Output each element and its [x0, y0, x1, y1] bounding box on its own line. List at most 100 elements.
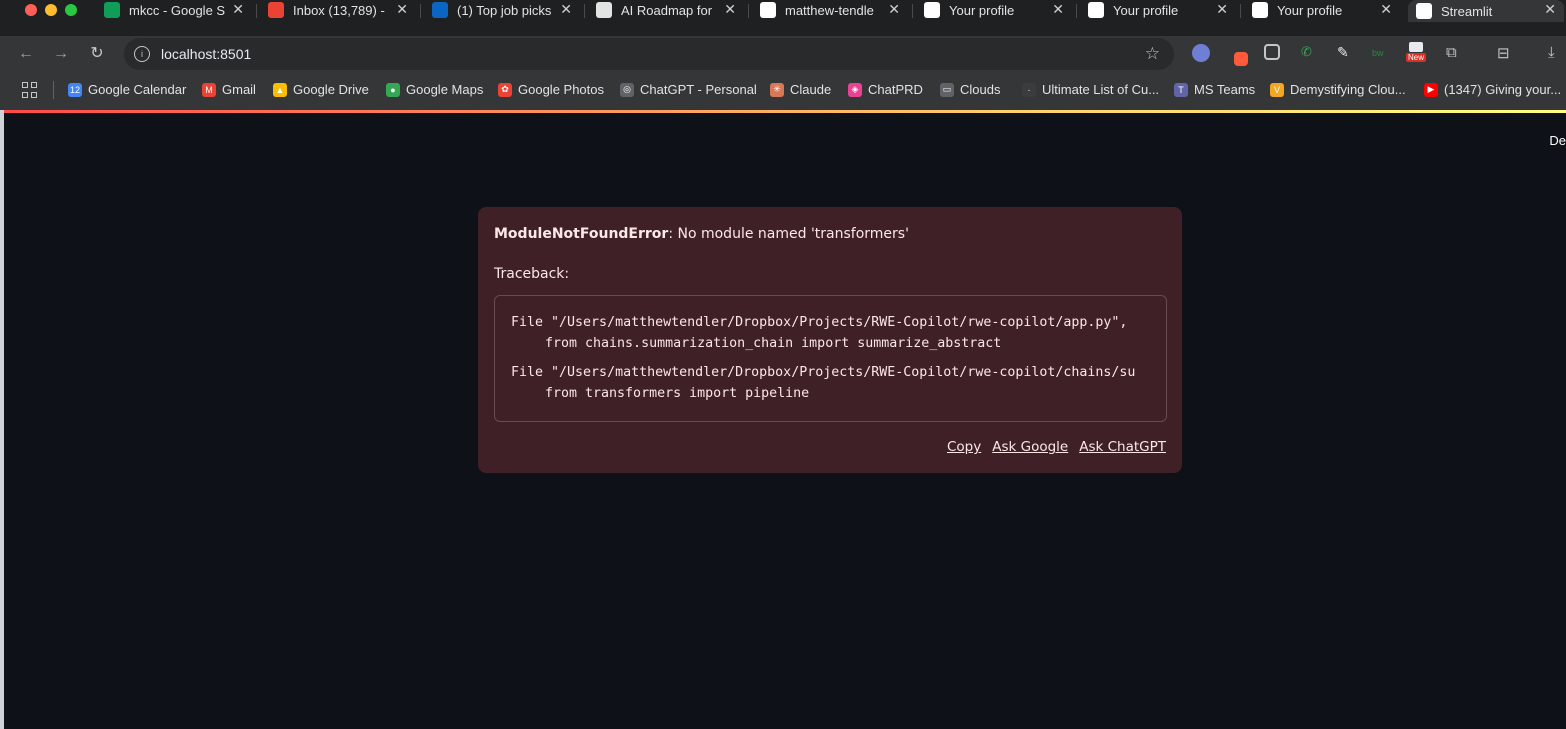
folder-icon: ▭	[940, 82, 954, 97]
extension-globe-icon[interactable]	[1192, 44, 1210, 62]
apps-grid-icon[interactable]	[22, 82, 38, 98]
close-tab-icon[interactable]: ✕	[1380, 1, 1392, 18]
extension-edit-icon[interactable]: ✎	[1337, 44, 1355, 62]
tab-0[interactable]: mkcc - Google S ✕	[96, 0, 252, 20]
tab-title: mkcc - Google S	[129, 2, 226, 18]
bookmark-label: Claude	[790, 82, 832, 97]
close-tab-icon[interactable]: ✕	[888, 1, 900, 18]
error-message: : No module named 'transformers'	[668, 226, 909, 242]
url-text[interactable]: localhost:8501	[161, 46, 251, 62]
tab-3[interactable]: AI Roadmap for ✕	[588, 0, 744, 20]
bookmark-item[interactable]: V Demystifying Clou...	[1270, 82, 1406, 97]
bookmark-item[interactable]: 12 Google Calendar	[68, 82, 186, 97]
tab-separator	[748, 4, 749, 18]
tab-separator	[1076, 4, 1077, 18]
back-icon[interactable]: ←	[15, 43, 37, 65]
bookmark-label: Demystifying Clou...	[1290, 82, 1406, 97]
site-info-icon[interactable]: i	[134, 46, 150, 62]
tab-title: (1) Top job picks	[457, 2, 552, 18]
tab-7[interactable]: Your profile ✕	[1244, 0, 1400, 20]
github-icon	[924, 2, 940, 18]
google-calendar-icon: 12	[68, 82, 82, 97]
error-actions: Copy Ask Google Ask ChatGPT	[947, 439, 1166, 455]
close-tab-icon[interactable]: ✕	[1216, 1, 1228, 18]
tab-8[interactable]: Streamlit ✕	[1408, 0, 1564, 22]
bookmark-item[interactable]: ▭ Clouds	[940, 82, 1000, 97]
bookmark-label: Google Calendar	[88, 82, 187, 97]
gmail-icon: M	[202, 82, 216, 97]
bookmarks-divider	[53, 81, 54, 99]
github-icon	[1088, 2, 1104, 18]
github-icon	[760, 2, 776, 18]
tab-title: matthew-tendle	[785, 2, 874, 18]
traceback-label: Traceback:	[494, 266, 570, 282]
bookmark-item[interactable]: M Gmail	[202, 82, 256, 97]
side-panel-icon[interactable]: ⊟	[1497, 44, 1515, 62]
extension-bw-icon[interactable]: bw	[1372, 44, 1390, 62]
extension-phone-icon[interactable]: ✆	[1301, 44, 1319, 62]
tab-strip: mkcc - Google S ✕ Inbox (13,789) - ✕ (1) Top…	[0, 0, 1566, 36]
bookmark-item[interactable]: ▲ Google Drive	[273, 82, 369, 97]
tab-separator	[256, 4, 257, 18]
tab-title: Streamlit	[1441, 3, 1493, 19]
bookmark-item[interactable]: ✿ Google Photos	[498, 82, 604, 97]
bookmark-item[interactable]: ● Google Maps	[386, 82, 483, 97]
maximize-window-button[interactable]	[65, 4, 77, 16]
bookmark-item[interactable]: ◈ ChatPRD	[848, 82, 923, 97]
tab-4[interactable]: matthew-tendle ✕	[752, 0, 908, 20]
google-sheets-icon	[104, 2, 120, 18]
tab-2[interactable]: (1) Top job picks ✕	[424, 0, 580, 20]
tab-separator	[584, 4, 585, 18]
close-tab-icon[interactable]: ✕	[1052, 1, 1064, 18]
bookmark-label: Google Photos	[518, 82, 605, 97]
new-badge: New	[1406, 53, 1427, 62]
tab-1[interactable]: Inbox (13,789) - ✕	[260, 0, 416, 20]
download-icon[interactable]: ⤓	[1548, 44, 1566, 62]
bookmark-item[interactable]: ✳ Claude	[770, 82, 831, 97]
minimize-window-button[interactable]	[45, 4, 57, 16]
close-tab-icon[interactable]: ✕	[232, 1, 244, 18]
chatgpt-icon	[596, 2, 612, 18]
forward-icon[interactable]: →	[50, 43, 72, 65]
tab-separator	[420, 4, 421, 18]
extension-new-icon[interactable]: New	[1406, 42, 1428, 62]
close-tab-icon[interactable]: ✕	[724, 1, 736, 18]
medium-icon: V	[1270, 82, 1284, 97]
close-tab-icon[interactable]: ✕	[1544, 1, 1556, 18]
bookmark-label: Gmail	[222, 82, 256, 97]
tab-5[interactable]: Your profile ✕	[916, 0, 1072, 20]
close-window-button[interactable]	[25, 4, 37, 16]
ask-google-link[interactable]: Ask Google	[992, 439, 1068, 455]
tab-title: Your profile	[949, 2, 1015, 18]
bookmark-label: Google Drive	[293, 82, 369, 97]
tab-separator	[1240, 4, 1241, 18]
bookmark-item[interactable]: · Ultimate List of Cu...	[1022, 82, 1159, 97]
bookmark-item[interactable]: ◎ ChatGPT - Personal	[620, 82, 757, 97]
gmail-icon	[268, 2, 284, 18]
traceback-line: from chains.summarization_chain import s…	[545, 336, 1002, 351]
bookmark-label: Clouds	[960, 82, 1001, 97]
extension-pen-icon[interactable]	[1234, 52, 1248, 66]
tab-6[interactable]: Your profile ✕	[1080, 0, 1236, 20]
bookmark-star-icon[interactable]: ☆	[1145, 44, 1160, 64]
bookmark-item[interactable]: ▶ (1347) Giving your...	[1424, 82, 1561, 97]
traceback-line: from transformers import pipeline	[545, 386, 810, 401]
error-type: ModuleNotFoundError	[494, 226, 669, 242]
error-title: ModuleNotFoundError: No module named 'tr…	[494, 226, 909, 242]
claude-icon: ✳	[770, 82, 784, 97]
deploy-button[interactable]: De	[1549, 133, 1566, 148]
close-tab-icon[interactable]: ✕	[396, 1, 408, 18]
address-bar[interactable]: i localhost:8501 ☆	[124, 38, 1174, 70]
traceback-line: File "/Users/matthewtendler/Dropbox/Proj…	[511, 315, 1128, 330]
ask-chatgpt-link[interactable]: Ask ChatGPT	[1079, 439, 1166, 455]
copy-link[interactable]: Copy	[947, 439, 981, 455]
traceback-code-block[interactable]: File "/Users/matthewtendler/Dropbox/Proj…	[494, 295, 1167, 422]
bookmark-label: ChatGPT - Personal	[640, 82, 757, 97]
close-tab-icon[interactable]: ✕	[560, 1, 572, 18]
extensions-puzzle-icon[interactable]: ⧉	[1446, 44, 1464, 62]
extension-crop-icon[interactable]	[1264, 44, 1280, 60]
reload-icon[interactable]: ↻	[86, 43, 108, 65]
tab-title: Your profile	[1113, 2, 1179, 18]
youtube-icon: ▶	[1424, 82, 1438, 97]
bookmark-item[interactable]: T MS Teams	[1174, 82, 1255, 97]
